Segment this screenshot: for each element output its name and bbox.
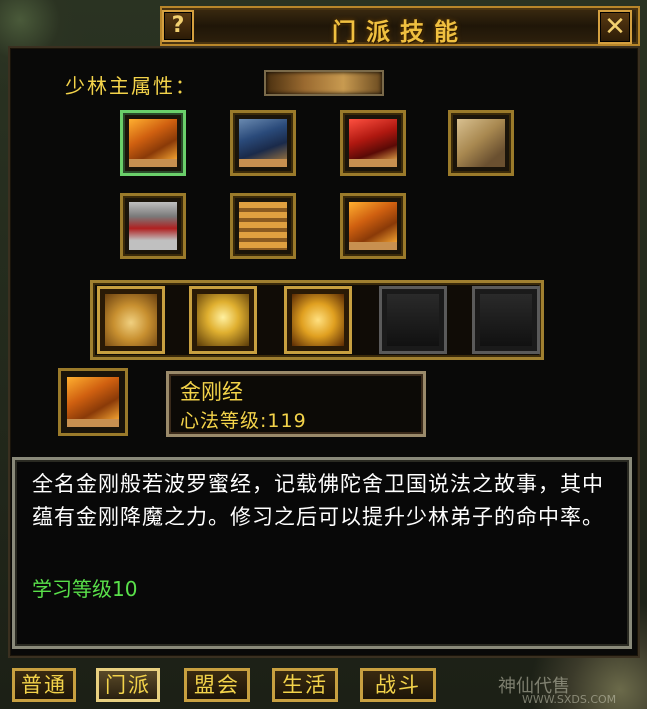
orange-book-icon	[129, 119, 177, 167]
selected-skill-name: 金刚经	[180, 380, 243, 404]
tab-school[interactable]: 门派	[96, 668, 160, 702]
action-skill-slot[interactable]	[284, 286, 352, 354]
skill-book-slot[interactable]	[120, 110, 186, 176]
orange-book-icon	[67, 377, 119, 427]
map-scroll-icon	[457, 119, 505, 167]
skill-book-slot[interactable]	[448, 110, 514, 176]
empty-slot-icon	[387, 294, 439, 346]
red-book-icon	[349, 119, 397, 167]
orange-book-icon	[349, 202, 397, 250]
tab-alliance[interactable]: 盟会	[184, 668, 250, 702]
action-skill-slot[interactable]	[189, 286, 257, 354]
skill-description: 全名金刚般若波罗蜜经，记载佛陀舍卫国说法之故事，其中蕴有金刚降魔之力。修习之后可…	[32, 472, 604, 529]
skill-book-slot[interactable]	[230, 110, 296, 176]
tab-life[interactable]: 生活	[272, 668, 338, 702]
scroll-bundle-icon	[129, 202, 177, 250]
buddha-face-icon	[292, 294, 344, 346]
primary-attribute-bar	[264, 70, 384, 96]
fist-icon	[105, 294, 157, 346]
golden-skull-icon	[197, 294, 249, 346]
school-skills-window: 门派技能 ? ✕ 少林主属性： 金刚经 心法等级:119 全名金刚般若波罗蜜经，…	[0, 0, 647, 709]
window-title: 门派技能	[332, 17, 468, 46]
help-button[interactable]: ?	[162, 10, 194, 42]
blue-book-icon	[239, 119, 287, 167]
book-stack-icon	[239, 202, 287, 250]
title-bar[interactable]: 门派技能	[160, 6, 640, 46]
selected-skill-icon-slot	[58, 368, 128, 436]
close-button[interactable]: ✕	[598, 10, 632, 44]
learn-level-requirement: 学习等级10	[32, 577, 138, 601]
action-skill-slot-empty[interactable]	[379, 286, 447, 354]
primary-attribute-label: 少林主属性：	[65, 74, 197, 98]
tab-normal[interactable]: 普通	[12, 668, 76, 702]
watermark-url: WWW.SXDS.COM	[522, 693, 617, 706]
action-skill-slot-empty[interactable]	[472, 286, 540, 354]
action-skill-slot[interactable]	[97, 286, 165, 354]
skill-book-slot[interactable]	[340, 193, 406, 259]
skill-book-slot[interactable]	[120, 193, 186, 259]
empty-slot-icon	[480, 294, 532, 346]
skill-book-slot[interactable]	[230, 193, 296, 259]
selected-skill-level: 心法等级:119	[180, 410, 307, 432]
skill-book-slot[interactable]	[340, 110, 406, 176]
tab-combat[interactable]: 战斗	[360, 668, 436, 702]
